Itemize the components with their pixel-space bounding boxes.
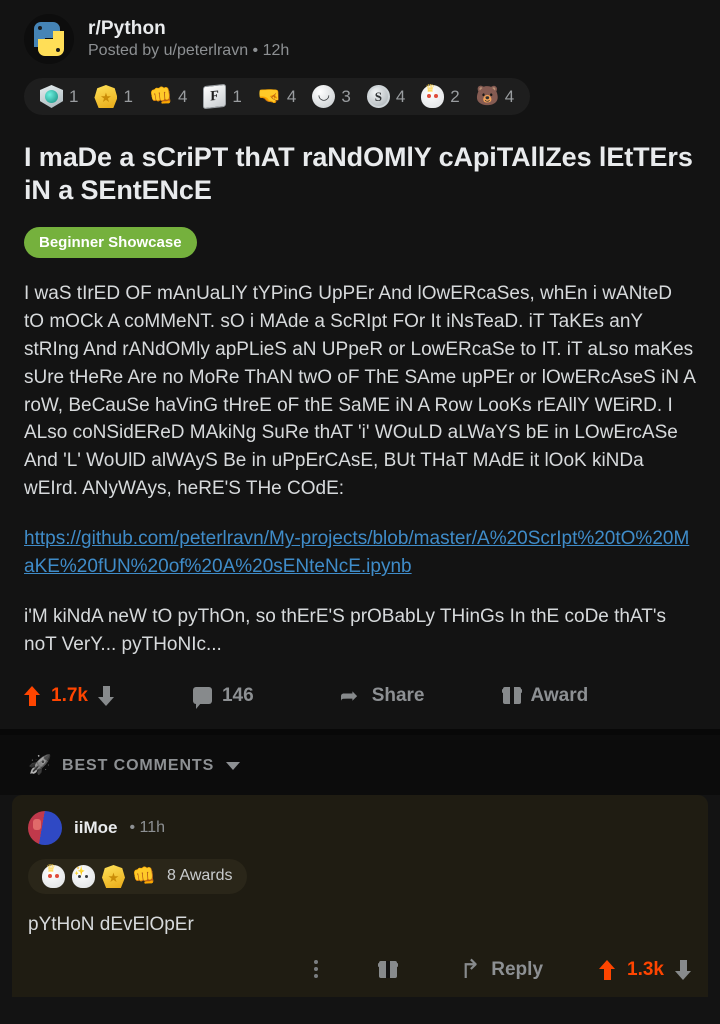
post-body-paragraph: I waS tIrED OF mAnUaLlY tYPinG UpPEr And…: [24, 282, 695, 500]
upvote-arrow-icon[interactable]: [599, 959, 616, 980]
post-header-text: r/Python Posted by u/peterlravn • 12h: [88, 18, 289, 60]
reply-arrow-icon[interactable]: [459, 960, 481, 979]
post-github-link[interactable]: https://github.com/peterlravn/My-project…: [24, 528, 689, 577]
python-logo-icon[interactable]: [24, 14, 74, 64]
comment-header: iiMoe • 11h: [28, 810, 692, 845]
subreddit-name[interactable]: r/Python: [88, 18, 289, 40]
post-header: r/Python Posted by u/peterlravn • 12h: [0, 14, 720, 64]
downvote-arrow-icon[interactable]: [675, 959, 692, 980]
award-chip[interactable]: 2: [421, 78, 460, 108]
post-vote-group: 1.7k: [24, 685, 115, 707]
gold-star-medal-award-icon: [94, 85, 118, 108]
post-award-button[interactable]: Award: [501, 684, 589, 707]
user-avatar-icon[interactable]: [28, 810, 62, 845]
upvote-arrow-icon[interactable]: [24, 685, 41, 706]
comments-section: BEST COMMENTS iiMoe • 11h 👊 8 Awards pYt…: [0, 734, 720, 997]
award-count: 4: [286, 86, 297, 106]
flair-wrapper: Beginner Showcase: [0, 207, 720, 258]
post-comments-button[interactable]: 146: [192, 684, 254, 710]
gift-award-icon: [501, 687, 522, 705]
lol-face-award-icon: [312, 85, 336, 108]
comment-author[interactable]: iiMoe: [74, 818, 117, 838]
strong-arm-award-icon: 🤜: [257, 86, 282, 107]
post-body: I waS tIrED OF mAnUaLlY tYPinG UpPEr And…: [0, 258, 720, 659]
awards-row-wrapper: 1 1 👊 4 1 🤜 4 3: [0, 64, 720, 115]
sparkle-skull-award-icon: [72, 860, 95, 888]
crowned-skull-award-icon: [42, 858, 65, 888]
chevron-down-icon[interactable]: [226, 761, 241, 770]
award-chip[interactable]: 1: [40, 85, 78, 108]
award-chip[interactable]: 🐻 4: [476, 85, 514, 108]
silver-shield-award-icon: [40, 85, 63, 108]
comment-body: pYtHoN dEvElOpEr: [28, 913, 194, 935]
gold-star-medal-award-icon: [102, 864, 125, 888]
award-count: 4: [177, 86, 188, 106]
post-flair[interactable]: Beginner Showcase: [24, 226, 197, 258]
crowned-skull-award-icon: [421, 78, 445, 108]
post-action-bar: 1.7k 146 Share Award: [0, 659, 720, 729]
rocket-icon: [28, 755, 50, 777]
post-comments-count: 146: [221, 684, 254, 706]
post-container: r/Python Posted by u/peterlravn • 12h 1 …: [0, 0, 720, 729]
award-count: 2: [450, 86, 460, 106]
silver-s-coin-award-icon: [366, 85, 390, 108]
post-awards-row[interactable]: 1 1 👊 4 1 🤜 4 3: [24, 78, 531, 115]
comment-timestamp: • 11h: [129, 818, 166, 836]
post-share-button[interactable]: Share: [340, 685, 425, 707]
comments-sort-label: BEST COMMENTS: [62, 756, 215, 774]
award-count: 1: [69, 86, 79, 106]
award-chip[interactable]: 1: [203, 83, 242, 110]
take-my-energy-award-icon: 👊: [132, 865, 156, 887]
downvote-arrow-icon[interactable]: [97, 685, 115, 706]
post-title: I maDe a sCriPT thAT raNdOMlY cApiTAllZe…: [24, 142, 693, 205]
comment-reply-label[interactable]: Reply: [491, 959, 543, 981]
award-count: 4: [395, 86, 406, 106]
post-award-label: Award: [530, 684, 589, 706]
award-chip[interactable]: 1: [94, 85, 133, 108]
post-link-paragraph: https://github.com/peterlravn/My-project…: [24, 525, 696, 581]
award-count: 1: [232, 86, 242, 106]
post-meta: Posted by u/peterlravn • 12h: [88, 42, 290, 59]
post-body-paragraph: i'M kiNdA neW tO pyThOn, so thErE'S prOB…: [24, 606, 666, 656]
press-f-award-icon: [203, 83, 227, 110]
comment-awards-label: 8 Awards: [167, 867, 233, 885]
award-chip[interactable]: 3: [312, 85, 351, 108]
gift-award-icon[interactable]: [378, 961, 399, 979]
bear-hug-award-icon: 🐻: [475, 86, 500, 107]
award-count: 3: [341, 86, 351, 106]
comments-sort-bar[interactable]: BEST COMMENTS: [0, 734, 720, 795]
comment-score: 1.3k: [627, 958, 664, 980]
post-share-label: Share: [371, 684, 425, 706]
comment-awards-pill[interactable]: 👊 8 Awards: [28, 858, 247, 894]
award-count: 4: [504, 86, 515, 106]
share-arrow-icon: [340, 687, 362, 705]
award-chip[interactable]: 👊 4: [149, 85, 187, 108]
post-score: 1.7k: [51, 684, 88, 706]
award-count: 1: [123, 86, 133, 106]
comment-awards-wrapper: 👊 8 Awards: [28, 845, 692, 894]
award-chip[interactable]: 🤜 4: [258, 85, 296, 108]
comment-action-bar: Reply 1.3k: [28, 939, 692, 997]
more-options-icon[interactable]: [314, 959, 319, 980]
comment-item: iiMoe • 11h 👊 8 Awards pYtHoN dEvElOpEr …: [12, 794, 708, 997]
award-chip[interactable]: 4: [366, 85, 406, 108]
take-my-energy-award-icon: 👊: [148, 86, 173, 107]
comment-bubble-icon: [192, 687, 212, 710]
